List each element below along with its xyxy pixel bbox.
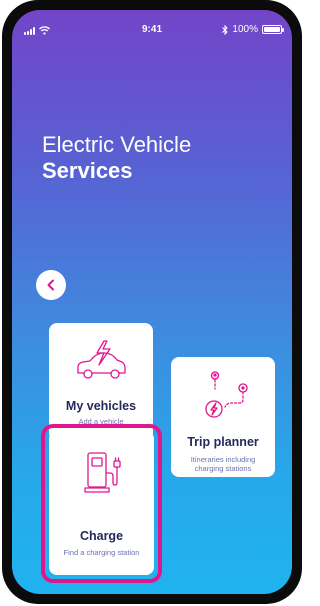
bluetooth-icon [222, 24, 229, 35]
app-screen: 9:41 100% Electric Vehicle Services My v… [12, 10, 292, 594]
status-right: 100% [222, 24, 284, 35]
back-button[interactable] [36, 270, 66, 300]
battery-percentage: 100% [232, 24, 258, 35]
trip-planner-card[interactable]: Trip planner Itineraries including charg… [171, 357, 275, 477]
phone-frame: 9:41 100% Electric Vehicle Services My v… [2, 0, 302, 604]
chevron-left-icon [47, 279, 54, 291]
trip-planner-subtitle: Itineraries including charging stations [190, 455, 256, 473]
electric-car-icon [77, 340, 126, 379]
charge-label: Charge [79, 529, 124, 543]
charge-subtitle: Find a charging station [63, 548, 140, 557]
charging-station-icon [84, 452, 121, 493]
page-title-line2: Services [42, 158, 133, 183]
route-map-icon [205, 371, 248, 418]
status-bar: 9:41 100% [12, 10, 292, 40]
battery-icon [262, 25, 284, 34]
my-vehicles-label: My vehicles [65, 399, 137, 413]
page-title-line1: Electric Vehicle [42, 132, 192, 157]
page-title: Electric Vehicle Services [42, 132, 191, 184]
charge-card[interactable]: Charge Find a charging station [49, 431, 154, 575]
trip-planner-label: Trip planner [187, 435, 259, 449]
